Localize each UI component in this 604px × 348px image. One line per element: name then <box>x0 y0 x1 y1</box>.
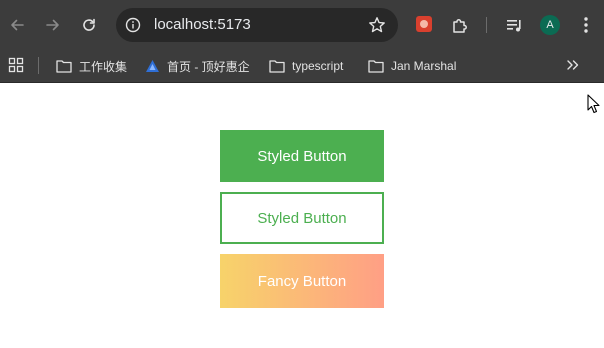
browser-toolbar: localhost:5173 A <box>0 0 604 49</box>
site-favicon-icon <box>146 59 159 72</box>
bookmark-label: Jan Marshal <box>391 59 457 73</box>
site-info-icon[interactable] <box>125 17 141 33</box>
bookmarks-divider <box>38 57 39 74</box>
bookmark-label: 工作收集 <box>79 59 128 74</box>
toolbar-divider <box>486 17 487 33</box>
styled-solid-button[interactable]: Styled Button <box>220 130 384 182</box>
address-bar-url[interactable]: localhost:5173 <box>154 17 251 33</box>
profile-avatar[interactable]: A <box>540 15 560 35</box>
styled-outline-button[interactable]: Styled Button <box>220 192 384 244</box>
forward-arrow-icon[interactable] <box>42 14 64 36</box>
bookmark-site-home[interactable]: 首页 - 顶好惠企 <box>145 55 250 77</box>
bookmark-star-icon[interactable] <box>368 16 386 34</box>
bookmark-folder-work[interactable]: 工作收集 <box>56 55 127 77</box>
folder-icon <box>368 60 384 73</box>
folder-icon <box>269 60 285 73</box>
extensions-puzzle-icon[interactable] <box>449 14 471 36</box>
folder-icon <box>56 60 72 73</box>
media-playlist-icon[interactable] <box>503 14 525 36</box>
reload-icon[interactable] <box>78 14 100 36</box>
fancy-gradient-button[interactable]: Fancy Button <box>220 254 384 308</box>
menu-kebab-icon[interactable] <box>575 14 597 36</box>
mouse-pointer-icon <box>587 94 601 114</box>
bookmark-label: typescript <box>292 59 344 73</box>
bookmark-label: 首页 - 顶好惠企 <box>167 59 250 74</box>
back-arrow-icon[interactable] <box>6 14 28 36</box>
apps-grid-icon[interactable] <box>8 57 24 73</box>
bookmarks-bar: 工作收集 首页 - 顶好惠企 typescript Jan Marshal <box>0 49 604 83</box>
extension-icon[interactable] <box>416 16 432 32</box>
bookmark-folder-jan-marshal[interactable]: Jan Marshal <box>368 55 456 77</box>
address-bar[interactable]: localhost:5173 <box>116 8 398 42</box>
chevron-double-right-icon[interactable] <box>565 57 581 73</box>
page-content: Styled Button Styled Button Fancy Button <box>0 83 604 348</box>
browser-window: localhost:5173 A 工作收集 首页 - 顶好惠企 typescri… <box>0 0 604 348</box>
bookmark-folder-typescript[interactable]: typescript <box>269 55 343 77</box>
